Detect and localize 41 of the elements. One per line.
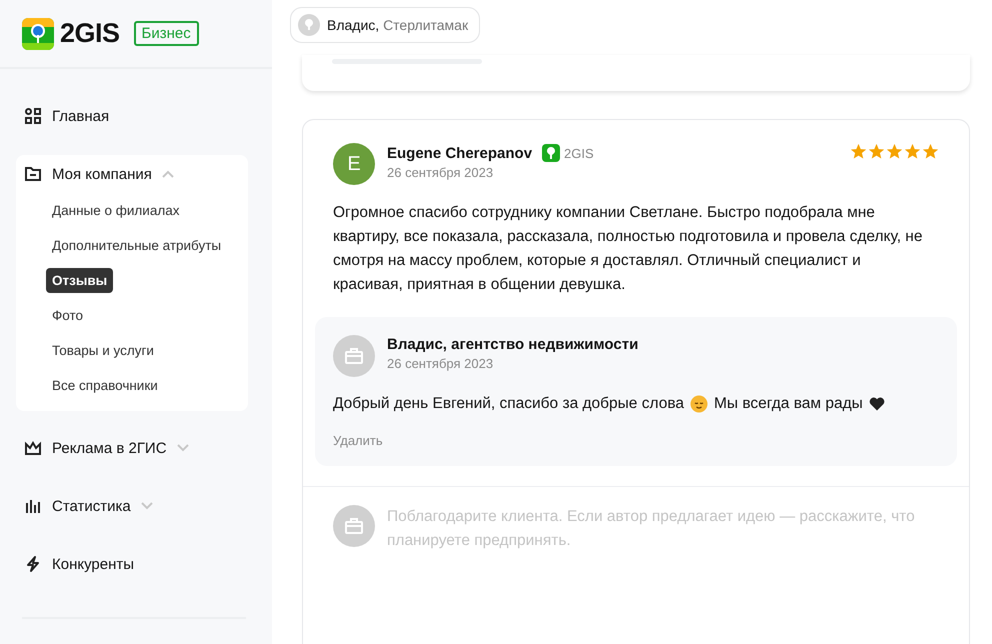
reply-text: Добрый день Евгений, спасибо за добрые слова bbox=[333, 395, 684, 413]
smiling-face-icon bbox=[690, 395, 708, 413]
briefcase-avatar-icon bbox=[333, 335, 375, 377]
star-icon bbox=[922, 143, 939, 160]
logo-text: 2GIS bbox=[60, 18, 120, 49]
submenu-item[interactable]: Все справочники bbox=[46, 373, 164, 398]
author-name: Eugene Cherepanov bbox=[387, 144, 532, 162]
star-icon bbox=[850, 143, 867, 160]
submenu-item[interactable]: Данные о филиалах bbox=[46, 198, 186, 223]
star-icon bbox=[886, 143, 903, 160]
menu-item[interactable]: Главная bbox=[52, 108, 110, 124]
star-icon bbox=[904, 143, 921, 160]
logo-icon bbox=[22, 18, 54, 50]
reply-text: Мы всегда вам рады bbox=[714, 395, 863, 413]
menu-item[interactable]: Конкуренты bbox=[52, 556, 134, 572]
submenu-item[interactable]: Дополнительные атрибуты bbox=[46, 233, 228, 258]
review-text: Огромное спасибо сотруднику компании Светлане. Быстро подобрала мне квартиру, все показала, рассказала, полностью подготовила и провела сделку, не смотря на массу проблем, которые я доставлял. Отличный специалист и красивая, приятная в общении девушка. bbox=[333, 203, 923, 295]
bar-chart-icon bbox=[24, 497, 42, 515]
lightning-icon bbox=[24, 555, 42, 573]
author-avatar: E bbox=[333, 143, 375, 185]
heart-icon bbox=[868, 397, 885, 411]
star-icon bbox=[868, 143, 885, 160]
review-date: 26 сентября 2023 bbox=[387, 165, 494, 180]
reply-author: Владис, агентство недвижимости bbox=[387, 336, 640, 353]
source-icon bbox=[542, 144, 560, 162]
menu-item[interactable]: Статистика bbox=[52, 498, 131, 514]
source-label: 2GIS bbox=[564, 146, 594, 160]
reply-input-field[interactable]: Поблагодарите клиента. Если автор предлагает идею — расскажите, что планируете предпринять. bbox=[387, 505, 939, 557]
menu-item[interactable]: Реклама в 2ГИС bbox=[52, 440, 167, 456]
menu-item[interactable]: Моя компания bbox=[52, 166, 152, 182]
business-badge: Бизнес bbox=[134, 21, 199, 46]
reply-date: 26 сентября 2023 bbox=[387, 356, 494, 371]
crown-icon bbox=[24, 439, 42, 457]
account-avatar-icon bbox=[298, 14, 320, 36]
folder-icon bbox=[24, 165, 42, 183]
account-chip[interactable]: Владис, Стерлитамак bbox=[290, 7, 480, 43]
submenu-item[interactable]: Отзывы bbox=[46, 268, 114, 293]
grid-icon bbox=[24, 107, 42, 125]
briefcase-avatar-icon bbox=[333, 505, 375, 547]
submenu-item[interactable]: Товары и услуги bbox=[46, 338, 160, 363]
submenu-item[interactable]: Фото bbox=[46, 303, 90, 328]
